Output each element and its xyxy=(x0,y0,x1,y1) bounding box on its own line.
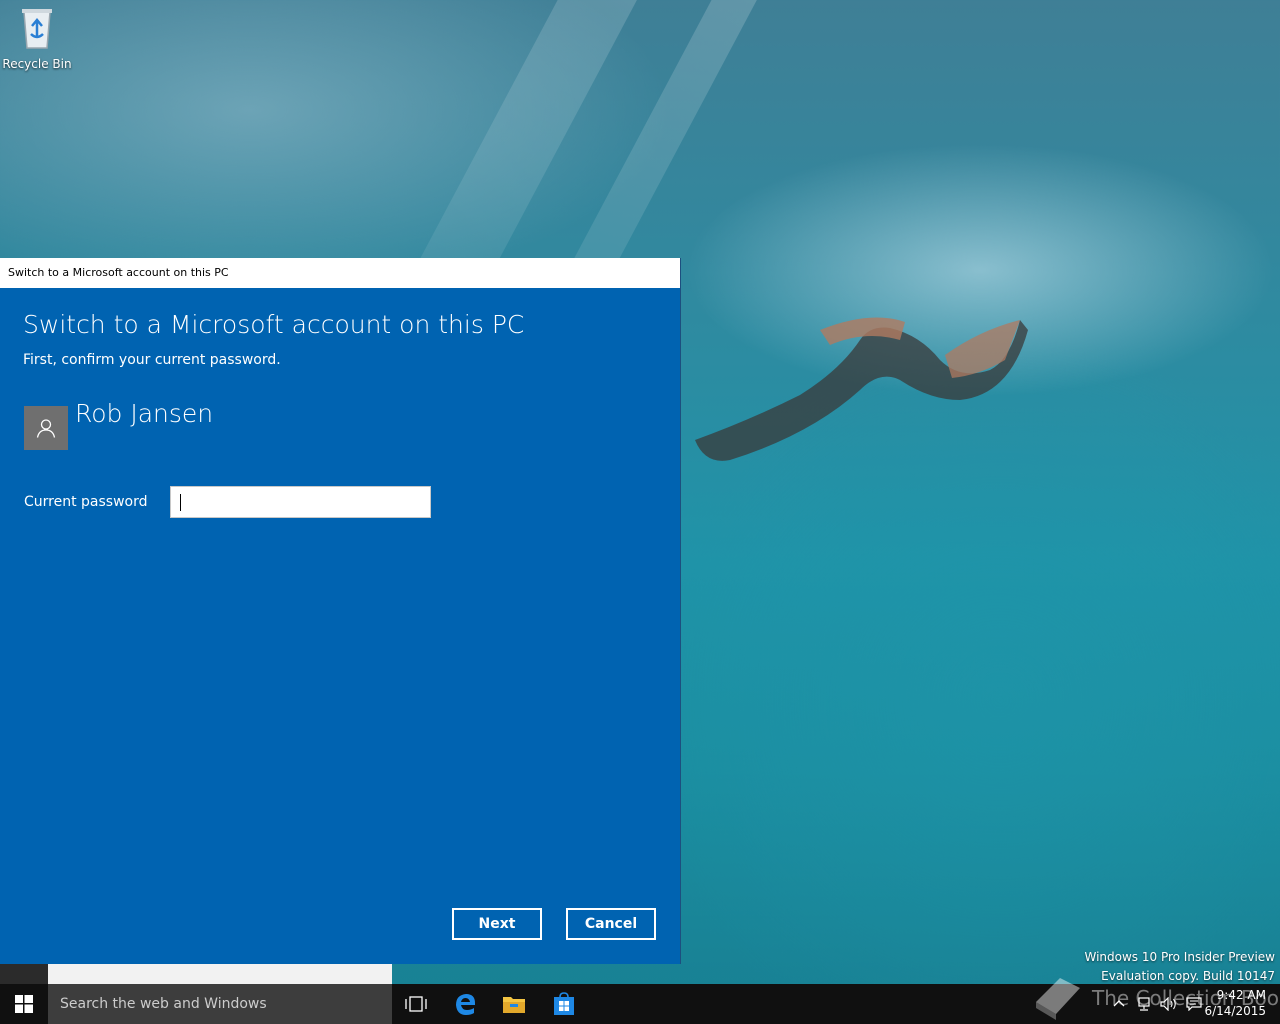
store-icon xyxy=(554,992,574,1015)
dialog-titlebar[interactable]: Switch to a Microsoft account on this PC xyxy=(0,258,680,288)
file-explorer-button[interactable] xyxy=(490,984,538,1024)
search-box[interactable]: Search the web and Windows xyxy=(48,984,392,1024)
password-label: Current password xyxy=(24,494,148,510)
start-menu-peek xyxy=(0,964,392,984)
avatar xyxy=(24,406,68,450)
action-center-icon[interactable] xyxy=(1186,997,1202,1011)
file-explorer-icon xyxy=(503,997,525,1013)
network-icon[interactable] xyxy=(1136,997,1152,1011)
current-password-input[interactable] xyxy=(170,486,431,518)
recycle-bin-shortcut[interactable]: Recycle Bin xyxy=(0,6,74,71)
store-button[interactable] xyxy=(540,984,588,1024)
wallpaper-diver xyxy=(695,317,1028,461)
start-button[interactable] xyxy=(0,984,48,1024)
task-view-button[interactable] xyxy=(392,984,440,1024)
user-name: Rob Jansen xyxy=(75,399,214,428)
recycle-bin-icon xyxy=(22,9,52,49)
system-tray xyxy=(1112,984,1202,1024)
volume-icon[interactable] xyxy=(1160,997,1178,1011)
edge-button[interactable] xyxy=(442,984,490,1024)
text-caret xyxy=(180,494,181,511)
recycle-bin-label: Recycle Bin xyxy=(2,57,72,71)
user-icon xyxy=(36,419,56,438)
switch-account-dialog: Switch to a Microsoft account on this PC… xyxy=(0,258,681,964)
task-view-icon xyxy=(405,996,427,1012)
dialog-heading: Switch to a Microsoft account on this PC xyxy=(23,310,525,339)
clock-date: 6/14/2015 xyxy=(1204,1004,1266,1018)
windows-start-icon xyxy=(15,995,33,1013)
dialog-subheading: First, confirm your current password. xyxy=(23,352,281,368)
clock-time: 9:42 AM xyxy=(1216,988,1266,1002)
watermark-edition: Windows 10 Pro Insider Preview xyxy=(1084,950,1275,964)
chevron-up-icon[interactable] xyxy=(1112,997,1126,1011)
cancel-button[interactable]: Cancel xyxy=(566,908,656,940)
clock[interactable]: 9:42 AM 6/14/2015 xyxy=(1204,987,1266,1019)
book-icon xyxy=(1036,978,1080,1020)
edge-icon xyxy=(456,994,475,1015)
next-button[interactable]: Next xyxy=(452,908,542,940)
taskbar: Search the web and Windows The Collectio… xyxy=(0,978,1280,1024)
